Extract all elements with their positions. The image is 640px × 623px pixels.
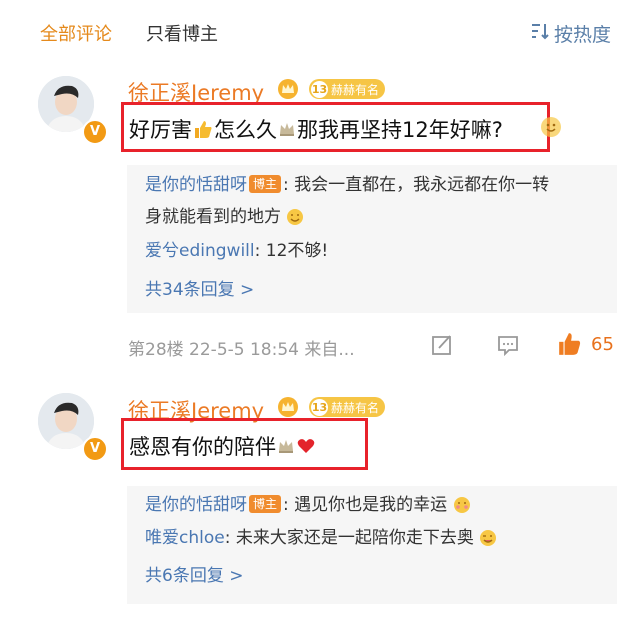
repost-icon xyxy=(432,335,451,355)
reply-item[interactable]: 爱兮edingwill: 12不够! xyxy=(145,236,328,267)
crown-icon xyxy=(278,397,298,417)
comment-text-part: 感恩有你的陪伴 xyxy=(129,435,276,459)
view-more-replies-link[interactable]: 共34条回复 > xyxy=(145,275,254,300)
floor-number: 第28楼 xyxy=(128,340,184,360)
fan-level-label: 赫赫有名 xyxy=(331,82,380,97)
crown-emoji-icon xyxy=(279,440,293,453)
reply-username[interactable]: 是你的恬甜呀 xyxy=(145,495,247,515)
smile-emoji-icon xyxy=(541,117,561,137)
reply-item[interactable]: 唯爱chloe: 未来大家还是一起陪你走下去奥 xyxy=(145,523,497,554)
comment-source: 来自... xyxy=(304,340,355,360)
comment-text: 好厉害 怎么久 那我再坚持12年好嘛? xyxy=(129,114,503,144)
reply-username[interactable]: 唯爱chloe xyxy=(145,528,225,548)
comment-text-part: 好厉害 xyxy=(129,118,192,142)
sort-icon xyxy=(530,21,550,46)
comment-text-part: 怎么久 xyxy=(214,118,277,142)
heart-icon xyxy=(297,439,315,453)
wink-emoji-icon xyxy=(480,530,497,546)
fan-level-badge: 13 赫赫有名 xyxy=(309,79,386,99)
reply-item-continued: 身就能看到的地方 xyxy=(145,202,304,233)
reply-username[interactable]: 爱兮edingwill xyxy=(145,241,255,261)
reply-text: : 未来大家还是一起陪你走下去奥 xyxy=(224,528,474,548)
reply-text: : 我会一直都在，我永远都在你一转 xyxy=(283,175,550,195)
thumbs-up-icon xyxy=(195,121,212,138)
sort-by-popularity-button[interactable]: 按热度 xyxy=(530,20,611,47)
comment-time: 22-5-5 18:54 xyxy=(189,340,299,360)
reply-text: : 遇见你也是我的幸运 xyxy=(283,495,448,515)
comment-text-part: 那我再坚持12年好嘛? xyxy=(297,118,503,142)
comment-button[interactable] xyxy=(496,333,520,357)
cheers-emoji-icon xyxy=(287,209,304,225)
like-count: 65 xyxy=(591,333,614,355)
thumbs-up-icon xyxy=(559,333,581,355)
fan-level-badge: 13 赫赫有名 xyxy=(309,397,386,417)
verified-badge-icon: V xyxy=(82,119,108,145)
comment-icon xyxy=(498,336,518,357)
reply-text: 身就能看到的地方 xyxy=(145,207,281,227)
fan-level-number: 13 xyxy=(311,398,328,416)
tab-host-only[interactable]: 只看博主 xyxy=(146,20,218,46)
like-button[interactable]: 65 xyxy=(557,331,614,357)
verified-badge-icon: V xyxy=(82,436,108,462)
comment-text: 感恩有你的陪伴 xyxy=(129,431,316,461)
host-tag: 博主 xyxy=(249,175,282,193)
tab-all-comments[interactable]: 全部评论 xyxy=(40,20,112,46)
reply-username[interactable]: 是你的恬甜呀 xyxy=(145,175,247,195)
host-tag: 博主 xyxy=(249,495,282,513)
fan-level-label: 赫赫有名 xyxy=(331,400,380,415)
blush-emoji-icon xyxy=(453,497,470,513)
sort-label: 按热度 xyxy=(554,24,612,46)
reply-text: : 12不够! xyxy=(254,241,329,261)
crown-emoji-icon xyxy=(280,123,294,136)
fan-level-number: 13 xyxy=(311,80,328,98)
repost-button[interactable] xyxy=(430,333,454,357)
comment-meta: 第28楼 22-5-5 18:54 来自... xyxy=(128,335,355,360)
crown-icon xyxy=(278,79,298,99)
reply-item[interactable]: 是你的恬甜呀 博主: 遇见你也是我的幸运 xyxy=(145,490,471,521)
view-more-replies-link[interactable]: 共6条回复 > xyxy=(145,561,243,586)
reply-item[interactable]: 是你的恬甜呀 博主: 我会一直都在，我永远都在你一转 xyxy=(145,170,549,201)
